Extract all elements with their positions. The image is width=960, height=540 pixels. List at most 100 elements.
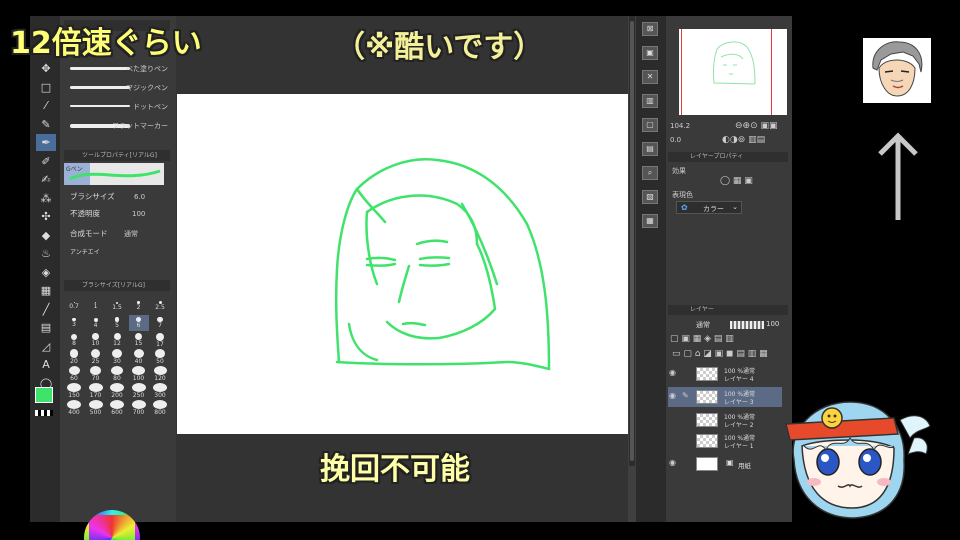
brush-size-cell[interactable]: 17 [150,332,170,348]
visibility-eye-icon[interactable]: ◉ [669,391,676,400]
brush-size-cell[interactable]: 200 [107,383,127,399]
brush-size-cell[interactable]: 70 [86,366,106,382]
brush-size-cell[interactable]: 2.5 [150,298,170,314]
layer-thumbnail [696,367,718,381]
move-tool-icon[interactable]: ✥ [36,60,56,77]
brush-size-cell[interactable]: 80 [107,366,127,382]
brush-size-cell[interactable]: 1 [86,298,106,314]
brush-size-cell[interactable]: 20 [64,349,84,365]
edit-pen-icon: ✎ [682,391,689,400]
brush-size-cell[interactable]: 250 [129,383,149,399]
brush-item[interactable]: べた塗りペン [64,60,170,79]
rotate-buttons-icon[interactable]: ◐◑⊚ ▥▤ [722,135,765,145]
brush-tool-icon[interactable]: ✍ [36,171,56,188]
fill-tool-icon[interactable]: ◈ [36,264,56,281]
brush-size-cell[interactable]: 8 [64,332,84,348]
pencil-tool-icon[interactable]: ✐ [36,153,56,170]
visibility-eye-icon[interactable]: ◉ [669,368,676,377]
paper-layer-icon: ▣ [726,458,734,467]
layer-row[interactable]: ◉ ✎ 100 %通常 レイヤー 3 [668,387,782,407]
layer-row[interactable]: ◉ ▣ 用紙 [668,454,782,474]
navigator-panel-icon[interactable]: ⊠ [642,22,658,36]
sub-view-icon[interactable]: ▢ [642,118,658,132]
effect-buttons-icon[interactable]: ◯ ▦ ▣ [720,176,753,186]
transparent-color-swatch[interactable] [35,410,53,416]
brush-size-cell[interactable]: 10 [86,332,106,348]
info-panel-icon[interactable]: ▤ [642,142,658,156]
brush-name: べた塗りペン [126,65,168,73]
brush-size-cell[interactable]: 12 [107,332,127,348]
brush-size-cell[interactable]: 500 [86,400,106,416]
opacity-value[interactable]: 100 [132,210,145,218]
brush-size-cell[interactable]: 300 [150,383,170,399]
brush-size-cell[interactable]: 400 [64,400,84,416]
brush-size-cell[interactable]: 3 [64,315,84,331]
brush-item[interactable]: マジックペン [64,79,170,98]
blend-tool-icon[interactable]: ♨ [36,245,56,262]
expression-color-label: 表現色 [672,191,693,199]
history-panel-icon[interactable]: ▥ [642,94,658,108]
brush-size-cell[interactable]: 50 [150,349,170,365]
angle-value[interactable]: 0.0 [670,136,681,144]
brush-size-cell[interactable]: 40 [129,349,149,365]
brush-size-cell[interactable]: 2 [129,298,149,314]
layer-opacity-slider[interactable] [730,321,764,329]
brush-size-cell[interactable]: 0.7 [64,298,84,314]
eraser-tool-icon[interactable]: ◆ [36,227,56,244]
expression-color-select[interactable]: ✿ カラー ⌄ [676,201,742,214]
pen-tool-icon[interactable]: ✒ [36,134,56,151]
layer-tool-buttons-icon[interactable]: ▢ ▣ ▦ ◈ ▤ ▥ [670,334,734,344]
brush-size-cell[interactable]: 60 [64,366,84,382]
item-bank-icon[interactable]: ▦ [642,214,658,228]
drawing-paper[interactable] [177,94,628,434]
zoom-value[interactable]: 104.2 [670,122,690,130]
brush-size-cell[interactable]: 1.5 [107,298,127,314]
decoration-tool-icon[interactable]: ✣ [36,208,56,225]
brush-item[interactable]: ドットペン [64,98,170,117]
brush-item[interactable]: フラットマーカー [64,117,170,136]
brush-size-cell[interactable]: 6 [128,315,149,331]
brush-size-cell[interactable]: 700 [129,400,149,416]
gradient-tool-icon[interactable]: ▦ [36,282,56,299]
layer-row[interactable]: ◉ 100 %通常 レイヤー 4 [668,364,782,384]
layer-opacity-value[interactable]: 100 [766,320,779,328]
search-layer-icon[interactable]: ⌕ [642,166,658,180]
auto-action-icon[interactable]: ▧ [642,190,658,204]
brush-size-cell[interactable]: 600 [107,400,127,416]
brush-size-cell[interactable]: 800 [150,400,170,416]
close-panel-icon[interactable]: ✕ [642,70,658,84]
brush-size-cell[interactable]: 7 [150,315,170,331]
brush-size-cell[interactable]: 30 [107,349,127,365]
brush-size-cell[interactable]: 5 [107,315,127,331]
brush-size-value[interactable]: 6.0 [134,193,145,201]
layer-row[interactable]: 100 %通常 レイヤー 1 [668,431,782,451]
eyedropper-icon[interactable]: ✎ [36,116,56,133]
main-color-swatch[interactable] [35,387,53,403]
visibility-eye-icon[interactable]: ◉ [669,458,676,467]
brush-size-cell[interactable]: 150 [64,383,84,399]
blend-mode-select[interactable]: 通常 [124,229,138,239]
navigator-preview[interactable] [679,29,787,115]
airbrush-tool-icon[interactable]: ⁂ [36,190,56,207]
auto-select-icon[interactable]: ⁄ [36,97,56,114]
color-wheel[interactable] [84,510,140,540]
ruler-tool-icon[interactable]: ◿ [36,338,56,355]
select-tool-icon[interactable]: □ [36,79,56,96]
layer-action-buttons-icon[interactable]: ▭ ▢ ⌂ ◪ ▣ ◼ ▤ ▥ ▦ [672,349,768,359]
zoom-buttons-icon[interactable]: ⊖⊕⊙ ▣▣ [735,121,778,131]
layer-blend-mode[interactable]: 通常 [696,320,710,330]
brush-size-cell[interactable]: 15 [129,332,149,348]
brush-size-cell[interactable]: 170 [86,383,106,399]
brush-size-cell[interactable]: 25 [86,349,106,365]
canvas-scrollbar[interactable] [629,16,635,466]
layer-row[interactable]: 100 %通常 レイヤー 2 [668,410,782,430]
figure-tool-icon[interactable]: ╱ [36,301,56,318]
frame-tool-icon[interactable]: ▤ [36,319,56,336]
brush-size-label: 1 [93,303,98,311]
brush-size-cell[interactable]: 4 [86,315,106,331]
brush-size-cell[interactable]: 120 [150,366,170,382]
brush-size-dot [154,349,166,358]
material-panel-icon[interactable]: ▣ [642,46,658,60]
text-tool-icon[interactable]: A [36,356,56,373]
brush-size-cell[interactable]: 100 [129,366,149,382]
